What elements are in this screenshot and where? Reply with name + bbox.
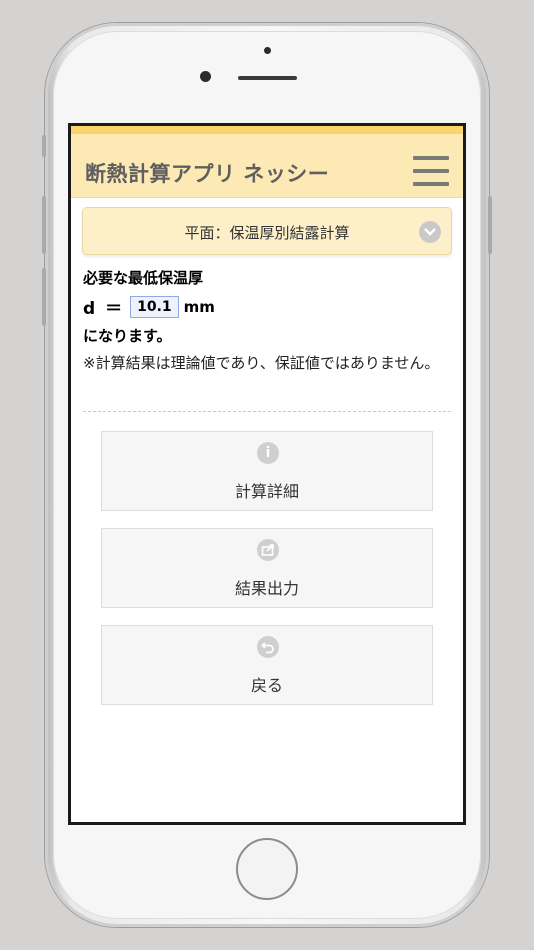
result-suffix: になります。 (83, 327, 172, 345)
mode-selector[interactable]: 平面：保温厚別結露計算 (82, 207, 452, 255)
chevron-down-icon (419, 221, 441, 243)
thickness-unit: mm (183, 297, 215, 316)
mute-switch (42, 135, 46, 157)
disclaimer-note: ※計算結果は理論値であり、保証値ではありません。 (83, 354, 440, 372)
export-result-button[interactable]: 結果出力 (101, 528, 433, 608)
power-button (488, 196, 492, 254)
result-value-line: d ＝ 10.1 mm (83, 294, 453, 319)
app-header: 断熱計算アプリ ネッシー (71, 126, 463, 198)
proximity-sensor (264, 47, 271, 54)
back-button[interactable]: 戻る (101, 625, 433, 705)
result-section: 必要な最低保温厚 d ＝ 10.1 mm になります。 ※計算結果は理論値であり… (83, 267, 453, 375)
hamburger-menu-icon[interactable] (413, 156, 449, 188)
export-icon (257, 539, 279, 561)
calculation-details-button[interactable]: i 計算詳細 (101, 431, 433, 511)
thickness-symbol: d ＝ (83, 299, 125, 319)
mode-label: 平面：保温厚別結露計算 (184, 224, 350, 242)
app-title: 断熱計算アプリ ネッシー (85, 162, 330, 186)
thickness-value: 10.1 (130, 295, 179, 318)
calculation-details-label: 計算詳細 (234, 482, 299, 501)
front-camera (200, 71, 211, 82)
dashed-divider (83, 411, 451, 412)
home-button[interactable] (236, 838, 298, 900)
export-result-label: 結果出力 (234, 579, 299, 598)
phone-screen: 断熱計算アプリ ネッシー 平面：保温厚別結露計算 必要な最低保温厚 d ＝ 10… (68, 123, 466, 825)
volume-down-button (42, 268, 46, 326)
earpiece-speaker (238, 76, 297, 80)
volume-up-button (42, 196, 46, 254)
back-label: 戻る (250, 676, 283, 695)
result-heading: 必要な最低保温厚 (83, 269, 204, 287)
app-screen: 断熱計算アプリ ネッシー 平面：保温厚別結露計算 必要な最低保温厚 d ＝ 10… (71, 126, 463, 822)
info-icon: i (257, 442, 279, 464)
back-icon (257, 636, 279, 658)
